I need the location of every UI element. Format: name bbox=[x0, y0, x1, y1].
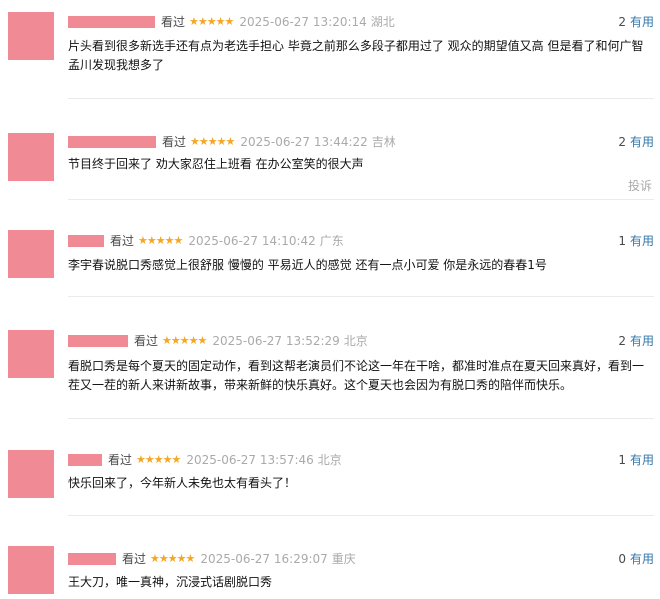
avatar[interactable] bbox=[8, 133, 54, 181]
rating-stars: ★★★★★ bbox=[189, 15, 234, 28]
watched-label: 看过 bbox=[161, 15, 186, 29]
useful-button[interactable]: 有用 bbox=[630, 15, 654, 29]
avatar[interactable] bbox=[8, 450, 54, 498]
username-redacted[interactable] bbox=[68, 16, 155, 28]
username-redacted[interactable] bbox=[68, 553, 116, 565]
comment-text: 李宇春说脱口秀感觉上很舒服 慢慢的 平易近人的感觉 还有一点小可爱 你是永远的春… bbox=[68, 258, 547, 272]
comment-text: 看脱口秀是每个夏天的固定动作，看到这帮老演员们不论这一年在干啥，都准时准点在夏天… bbox=[68, 359, 645, 392]
avatar[interactable] bbox=[8, 546, 54, 594]
vote-count: 1 bbox=[618, 234, 626, 248]
comment-time: 2025-06-27 14:10:42 bbox=[188, 234, 316, 248]
comment-location: 重庆 bbox=[331, 552, 356, 566]
vote-count: 0 bbox=[618, 552, 626, 566]
vote-area: 2 有用 bbox=[618, 332, 654, 350]
useful-button[interactable]: 有用 bbox=[630, 334, 654, 348]
rating-stars: ★★★★★ bbox=[190, 135, 235, 148]
comment-text: 节目终于回来了 劝大家忍住上班看 在办公室笑的很大声 bbox=[68, 157, 364, 171]
comment-time: 2025-06-27 13:57:46 bbox=[186, 453, 314, 467]
rating-stars: ★★★★★ bbox=[150, 552, 195, 565]
avatar[interactable] bbox=[8, 230, 54, 278]
vote-area: 1 有用 bbox=[618, 232, 654, 250]
vote-count: 2 bbox=[618, 135, 626, 149]
divider bbox=[68, 515, 654, 516]
comment-meta: 看过 ★★★★★ 2025-06-27 13:57:46 北京 bbox=[68, 451, 342, 469]
username-redacted[interactable] bbox=[68, 235, 104, 247]
divider bbox=[68, 418, 654, 419]
comment-location: 北京 bbox=[317, 453, 342, 467]
divider bbox=[68, 199, 654, 200]
watched-label: 看过 bbox=[110, 234, 135, 248]
comment-text: 王大刀，唯一真神，沉浸式话剧脱口秀 bbox=[68, 575, 273, 589]
avatar[interactable] bbox=[8, 330, 54, 378]
comment-meta: 看过 ★★★★★ 2025-06-27 14:10:42 广东 bbox=[68, 232, 344, 250]
comment-location: 湖北 bbox=[370, 15, 395, 29]
vote-count: 2 bbox=[618, 334, 626, 348]
username-redacted[interactable] bbox=[68, 335, 128, 347]
comment-time: 2025-06-27 16:29:07 bbox=[200, 552, 328, 566]
watched-label: 看过 bbox=[108, 453, 133, 467]
comment-text: 快乐回来了，今年新人未免也太有看头了！ bbox=[68, 476, 297, 490]
username-redacted[interactable] bbox=[68, 136, 156, 148]
report-button[interactable]: 投诉 bbox=[628, 177, 652, 194]
rating-stars: ★★★★★ bbox=[138, 234, 183, 247]
useful-button[interactable]: 有用 bbox=[630, 453, 654, 467]
divider bbox=[68, 296, 654, 297]
comment-location: 吉林 bbox=[371, 135, 396, 149]
divider bbox=[68, 98, 654, 99]
comment-meta: 看过 ★★★★★ 2025-06-27 13:44:22 吉林 bbox=[68, 133, 396, 151]
vote-area: 0 有用 bbox=[618, 550, 654, 568]
comment-location: 北京 bbox=[343, 334, 368, 348]
comment-text: 片头看到很多新选手还有点为老选手担心 毕竟之前那么多段子都用过了 观众的期望值又… bbox=[68, 39, 644, 72]
comment-meta: 看过 ★★★★★ 2025-06-27 16:29:07 重庆 bbox=[68, 550, 356, 568]
rating-stars: ★★★★★ bbox=[136, 453, 181, 466]
watched-label: 看过 bbox=[122, 552, 147, 566]
watched-label: 看过 bbox=[162, 135, 187, 149]
useful-button[interactable]: 有用 bbox=[630, 234, 654, 248]
vote-area: 2 有用 bbox=[618, 133, 654, 151]
comment-meta: 看过 ★★★★★ 2025-06-27 13:20:14 湖北 bbox=[68, 13, 395, 31]
vote-count: 1 bbox=[618, 453, 626, 467]
useful-button[interactable]: 有用 bbox=[630, 552, 654, 566]
comment-time: 2025-06-27 13:52:29 bbox=[212, 334, 340, 348]
comment-time: 2025-06-27 13:20:14 bbox=[239, 15, 367, 29]
rating-stars: ★★★★★ bbox=[162, 334, 207, 347]
avatar[interactable] bbox=[8, 12, 54, 60]
comment-location: 广东 bbox=[319, 234, 344, 248]
vote-area: 1 有用 bbox=[618, 451, 654, 469]
vote-area: 2 有用 bbox=[618, 13, 654, 31]
vote-count: 2 bbox=[618, 15, 626, 29]
watched-label: 看过 bbox=[134, 334, 159, 348]
comment-meta: 看过 ★★★★★ 2025-06-27 13:52:29 北京 bbox=[68, 332, 368, 350]
username-redacted[interactable] bbox=[68, 454, 102, 466]
comment-time: 2025-06-27 13:44:22 bbox=[240, 135, 368, 149]
useful-button[interactable]: 有用 bbox=[630, 135, 654, 149]
